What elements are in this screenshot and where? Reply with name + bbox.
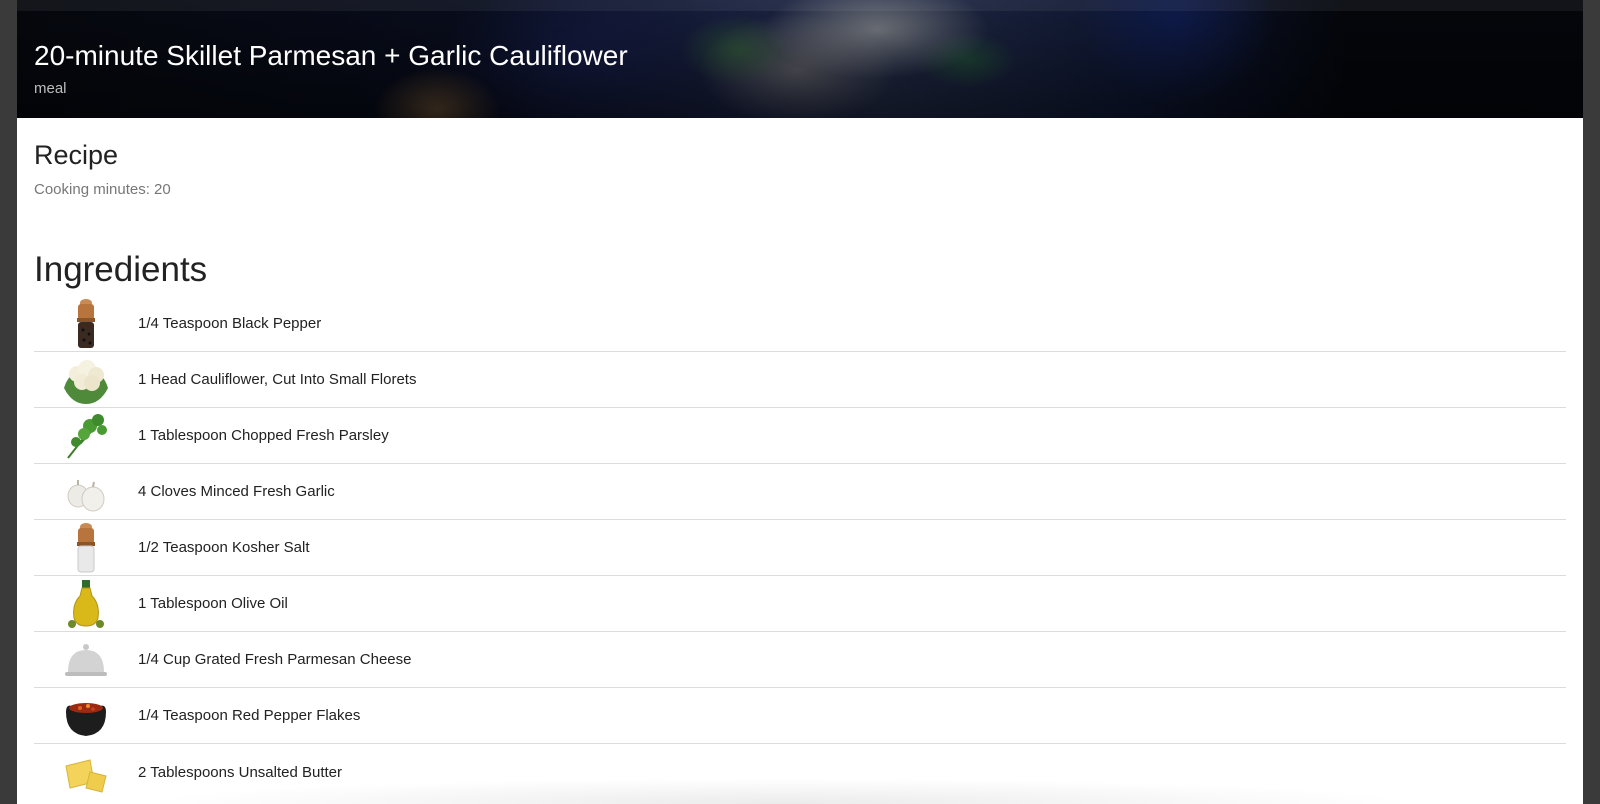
butter-icon <box>60 746 112 798</box>
list-item: 4 Cloves Minced Fresh Garlic <box>34 464 1566 520</box>
list-item: 1/4 Cup Grated Fresh Parmesan Cheese <box>34 632 1566 688</box>
red-pepper-flakes-icon <box>60 690 112 742</box>
ingredient-label: 1/4 Teaspoon Red Pepper Flakes <box>138 707 361 724</box>
garlic-icon <box>60 466 112 518</box>
parsley-icon <box>60 410 112 462</box>
olive-oil-icon <box>60 578 112 630</box>
category-label: meal <box>34 80 67 97</box>
recipe-card: 20-minute Skillet Parmesan + Garlic Caul… <box>17 0 1583 804</box>
cauliflower-icon <box>60 354 112 406</box>
list-item: 1/4 Teaspoon Black Pepper <box>34 296 1566 352</box>
cloche-icon <box>60 634 112 686</box>
ingredient-label: 1/2 Teaspoon Kosher Salt <box>138 539 310 556</box>
list-item: 2 Tablespoons Unsalted Butter <box>34 744 1566 800</box>
main-content: Recipe Cooking minutes: 20 Ingredients 1… <box>17 140 1583 800</box>
ingredient-label: 1 Tablespoon Chopped Fresh Parsley <box>138 427 389 444</box>
ingredient-label: 1/4 Cup Grated Fresh Parmesan Cheese <box>138 651 412 668</box>
ingredient-label: 1 Head Cauliflower, Cut Into Small Flore… <box>138 371 417 388</box>
list-item: 1 Tablespoon Chopped Fresh Parsley <box>34 408 1566 464</box>
ingredients-heading: Ingredients <box>34 250 208 289</box>
list-item: 1 Head Cauliflower, Cut Into Small Flore… <box>34 352 1566 408</box>
ingredient-list: 1/4 Teaspoon Black Pepper 1 Head Caulifl… <box>34 296 1566 800</box>
ingredient-label: 4 Cloves Minced Fresh Garlic <box>138 483 335 500</box>
cooking-minutes: Cooking minutes: 20 <box>34 181 171 198</box>
list-item: 1 Tablespoon Olive Oil <box>34 576 1566 632</box>
list-item: 1/4 Teaspoon Red Pepper Flakes <box>34 688 1566 744</box>
recipe-heading: Recipe <box>34 140 119 170</box>
ingredient-label: 2 Tablespoons Unsalted Butter <box>138 763 343 781</box>
salt-shaker-icon <box>60 522 112 574</box>
pepper-grinder-icon <box>60 298 112 350</box>
hero-banner: 20-minute Skillet Parmesan + Garlic Caul… <box>17 0 1583 118</box>
page-title: 20-minute Skillet Parmesan + Garlic Caul… <box>34 40 628 71</box>
ingredient-label: 1/4 Teaspoon Black Pepper <box>138 315 322 332</box>
ingredient-label: 1 Tablespoon Olive Oil <box>138 595 288 612</box>
list-item: 1/2 Teaspoon Kosher Salt <box>34 520 1566 576</box>
